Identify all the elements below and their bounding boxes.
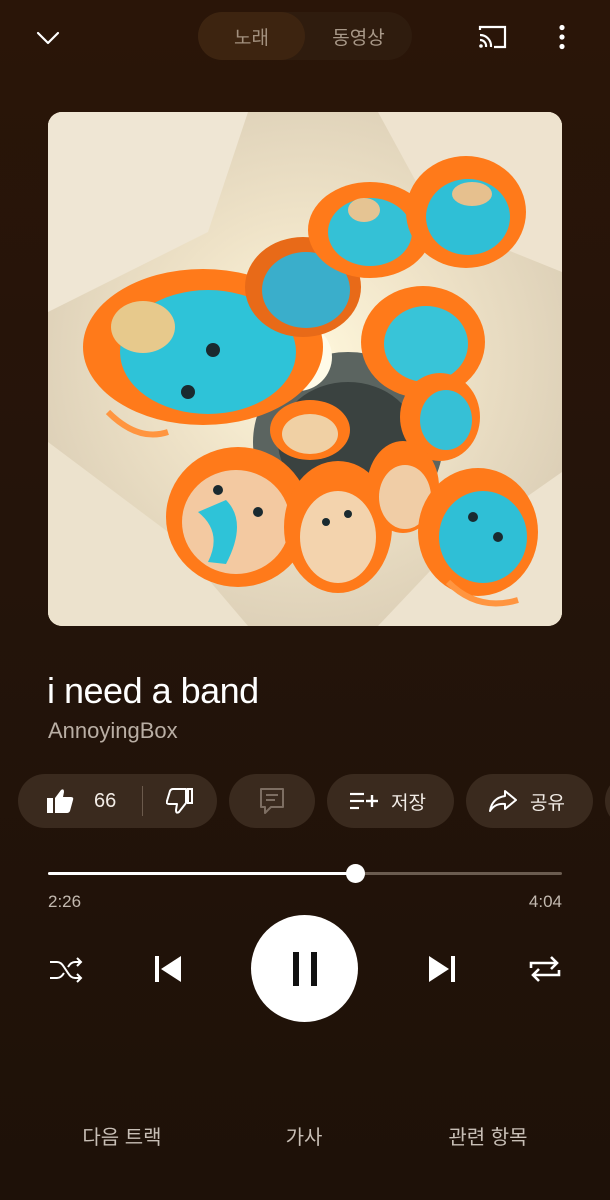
save-button[interactable]: 저장 — [327, 774, 454, 828]
shuffle-icon — [50, 957, 83, 983]
cast-button[interactable] — [472, 20, 512, 54]
dislike-button[interactable] — [143, 774, 217, 828]
like-button[interactable]: 66 — [18, 774, 142, 828]
seek-bar[interactable] — [48, 864, 562, 883]
seek-thumb[interactable] — [345, 864, 365, 883]
comment-icon — [260, 788, 284, 814]
playlist-add-icon — [349, 791, 379, 811]
more-vert-icon — [559, 24, 565, 50]
next-button[interactable] — [420, 946, 464, 992]
total-time: 4:04 — [528, 892, 562, 911]
tab-video[interactable]: 동영상 — [305, 12, 412, 60]
song-video-toggle: 노래 동영상 — [198, 12, 412, 60]
collapse-button[interactable] — [28, 20, 68, 56]
top-bar: 노래 동영상 — [0, 0, 610, 74]
seek-progress-fill — [48, 872, 356, 875]
share-button[interactable]: 공유 — [466, 774, 593, 828]
repeat-icon — [529, 956, 561, 982]
chevron-down-icon — [36, 31, 60, 45]
share-icon — [488, 789, 518, 813]
like-dislike-chip: 66 — [18, 774, 217, 828]
comment-button[interactable] — [229, 774, 315, 828]
save-label: 저장 — [391, 792, 426, 814]
share-label: 공유 — [530, 792, 565, 814]
tab-up-next[interactable]: 다음 트랙 — [42, 1112, 202, 1158]
repeat-button[interactable] — [522, 946, 568, 992]
action-chips: 66 저장 공유 — [18, 774, 610, 828]
current-time: 2:26 — [48, 892, 82, 911]
more-actions-chip[interactable] — [605, 774, 610, 828]
play-pause-button[interactable] — [251, 915, 358, 1022]
pause-icon — [292, 951, 317, 986]
track-title: i need a band — [47, 670, 259, 711]
bottom-tabs: 다음 트랙 가사 관련 항목 — [0, 1112, 610, 1158]
more-options-button[interactable] — [546, 20, 578, 54]
thumb-up-icon — [47, 789, 74, 813]
previous-button[interactable] — [146, 946, 190, 992]
tab-song[interactable]: 노래 — [198, 12, 305, 60]
skip-previous-icon — [155, 956, 181, 982]
thumb-down-icon — [166, 788, 193, 814]
cast-icon — [478, 25, 507, 49]
now-playing-screen: 노래 동영상 i need a band AnnoyingBox 66 저장 공… — [0, 0, 610, 1200]
tab-related[interactable]: 관련 항목 — [418, 1112, 558, 1158]
like-count: 66 — [94, 789, 117, 812]
tab-lyrics[interactable]: 가사 — [254, 1112, 354, 1158]
track-artist[interactable]: AnnoyingBox — [48, 718, 178, 744]
album-art-image — [48, 112, 562, 626]
shuffle-button[interactable] — [44, 948, 88, 992]
album-art — [48, 112, 562, 626]
skip-next-icon — [429, 956, 455, 982]
